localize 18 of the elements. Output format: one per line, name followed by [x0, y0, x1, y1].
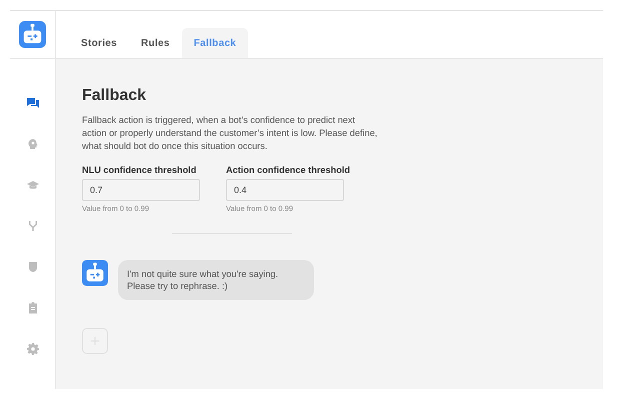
field-label: NLU confidence threshold: [82, 165, 198, 175]
field-label: Action confidence threshold: [226, 165, 350, 175]
input-field[interactable]: 0.4: [226, 179, 344, 201]
description-text: Fallback action is triggered, when a bot’s confidence to predict next action or properly understand the customer’s intent is low. Please define, what should bot do once this situation occurs.: [82, 114, 378, 153]
tab[interactable]: Rules: [129, 28, 182, 58]
shield-icon[interactable]: [26, 261, 38, 273]
tab[interactable]: Stories: [69, 28, 130, 58]
robot-logo-icon: [19, 21, 46, 48]
page-heading: Fallback: [82, 87, 148, 105]
input-field[interactable]: 0.7: [82, 179, 200, 201]
fork-icon[interactable]: [26, 220, 38, 232]
chat-icon[interactable]: [26, 97, 38, 109]
settings-icon[interactable]: [26, 343, 38, 355]
head-icon[interactable]: [26, 138, 38, 150]
clipboard-icon[interactable]: [26, 302, 38, 314]
message-bubble: I'm not quite sure what you're saying. Please try to rephrase. :): [118, 260, 314, 300]
robot-avatar-icon: [82, 260, 108, 286]
graduation-cap-icon[interactable]: [26, 179, 38, 191]
